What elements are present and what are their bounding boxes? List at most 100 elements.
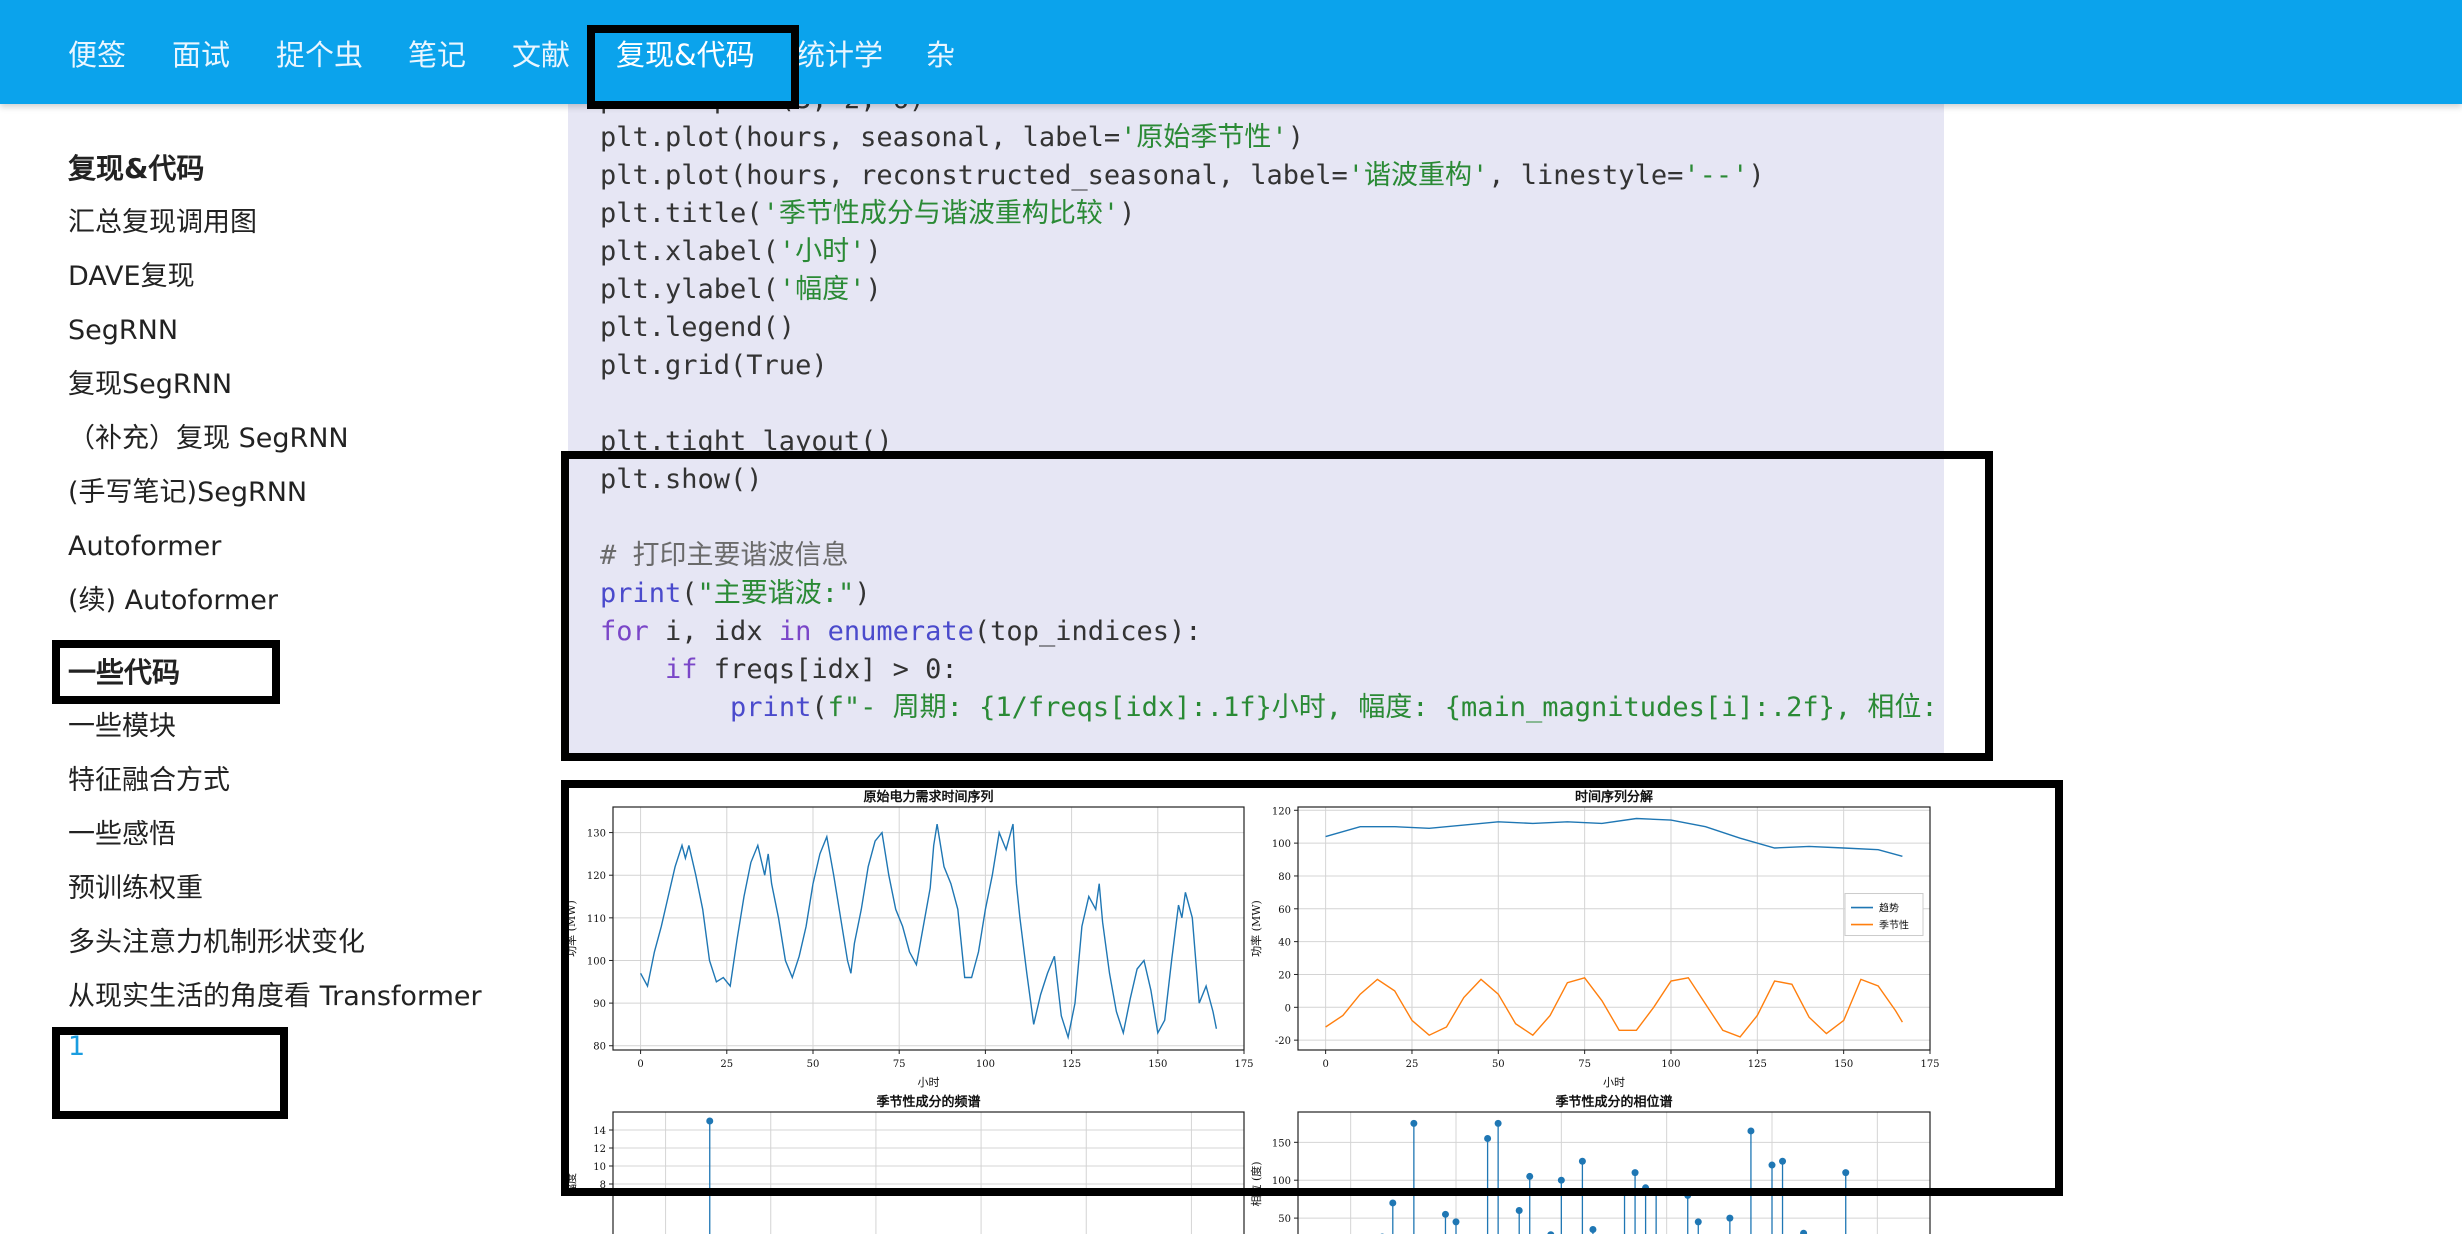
code-line: plt.ylabel('幅度') — [600, 274, 882, 305]
chart-title: 原始电力需求时间序列 — [863, 789, 993, 805]
stem-marker — [1642, 1184, 1650, 1192]
nav-item-wenxian[interactable]: 文献 — [512, 37, 570, 73]
sidebar-item[interactable]: 汇总复现调用图 — [68, 206, 257, 240]
code-line: plt.xlabel('小时') — [600, 236, 882, 267]
chart-figure: 原始电力需求时间序列 功率 (MW) 小时 0 25 50 75 100 125 150 175 80… — [568, 786, 1944, 1234]
y-tick-label: 0 — [1285, 1003, 1291, 1014]
stem-marker — [1800, 1229, 1808, 1234]
stem-marker — [1694, 1218, 1702, 1226]
stem-marker — [1515, 1207, 1523, 1215]
sidebar-item[interactable]: DAVE复现 — [68, 260, 195, 294]
stem-marker — [706, 1117, 714, 1125]
sidebar-item[interactable]: (续) Autoformer — [68, 584, 278, 618]
stem-marker — [1526, 1172, 1534, 1180]
y-tick-label: 12 — [593, 1144, 606, 1155]
x-tick-label: 125 — [1748, 1059, 1767, 1070]
code-line: plt.grid(True) — [600, 350, 828, 381]
code-line: plt.tight_layout() — [600, 426, 893, 457]
x-tick-label: 125 — [1062, 1059, 1081, 1070]
y-tick-label: 90 — [593, 999, 606, 1010]
nav-item-mianshi[interactable]: 面试 — [172, 37, 230, 73]
x-tick-label: 0 — [637, 1059, 643, 1070]
code-line: print("主要谐波:") — [600, 578, 871, 609]
y-tick-label: 50 — [1278, 1214, 1291, 1225]
y-tick-label: 60 — [1278, 905, 1291, 916]
x-tick-label: 50 — [807, 1059, 820, 1070]
stem-marker — [1747, 1127, 1755, 1135]
code-line: print(f"- 周期: {1/freqs[idx]:.1f}小时, 幅度: … — [730, 692, 1938, 723]
y-tick-label: 150 — [1272, 1138, 1291, 1149]
nav-item-za[interactable]: 杂 — [926, 37, 955, 73]
chart-title: 时间序列分解 — [1575, 789, 1653, 805]
chart-title: 季节性成分的相位谱 — [1554, 1094, 1672, 1110]
y-tick-label: 10 — [593, 1162, 606, 1173]
code-line: plt.plot(hours, seasonal, label='原始季节性') — [600, 122, 1304, 153]
x-tick-label: 175 — [1234, 1059, 1253, 1070]
stem-marker — [1589, 1225, 1597, 1233]
sidebar-item[interactable]: 预训练权重 — [68, 872, 203, 906]
y-tick-label: 14 — [593, 1126, 606, 1137]
x-axis-label: 小时 — [1603, 1076, 1625, 1089]
stem-marker — [1779, 1157, 1787, 1165]
stem-marker — [1684, 1191, 1692, 1199]
y-tick-label: 20 — [1278, 970, 1291, 981]
x-tick-label: 175 — [1920, 1059, 1939, 1070]
nav-item-zhuogechong[interactable]: 捉个虫 — [276, 37, 363, 73]
sidebar-item[interactable]: 从现实生活的角度看 Transformer — [68, 980, 482, 1014]
y-tick-label: 8 — [600, 1180, 606, 1191]
code-line: if freqs[idx] > 0: — [665, 654, 958, 685]
stem-marker — [1484, 1135, 1492, 1143]
x-tick-label: 100 — [976, 1059, 995, 1070]
x-tick-label: 150 — [1834, 1059, 1853, 1070]
code-block: plt.subplot(3, 2, 6) plt.plot(hours, sea… — [568, 60, 1944, 756]
stem-marker — [1557, 1176, 1565, 1184]
y-tick-label: 40 — [1278, 938, 1291, 949]
x-axis-label: 小时 — [918, 1076, 940, 1089]
x-tick-label: 25 — [1406, 1059, 1419, 1070]
sidebar-item[interactable]: 一些感悟 — [68, 818, 176, 852]
y-tick-label: 130 — [587, 829, 606, 840]
x-tick-label: 25 — [720, 1059, 733, 1070]
sidebar-section-fuxian[interactable]: 复现&代码 — [68, 152, 204, 186]
chart-title: 季节性成分的频谱 — [875, 1094, 980, 1110]
y-tick-label: -20 — [1275, 1036, 1291, 1047]
legend-label: 季节性 — [1879, 919, 1909, 932]
sidebar-item[interactable]: 复现SegRNN — [68, 368, 232, 402]
y-tick-label: 100 — [1272, 1176, 1291, 1187]
x-tick-label: 50 — [1492, 1059, 1505, 1070]
y-tick-label: 120 — [1272, 806, 1291, 817]
sidebar: 复现&代码 汇总复现调用图 DAVE复现 SegRNN 复现SegRNN （补充… — [0, 104, 540, 1234]
nav-item-tongjixue[interactable]: 统计学 — [796, 37, 883, 73]
plot-frame — [612, 806, 1245, 1051]
sidebar-item[interactable]: （补充）复现 SegRNN — [68, 422, 349, 456]
y-tick-label: 110 — [587, 914, 606, 925]
code-line: for i, idx in enumerate(top_indices): — [600, 616, 1202, 647]
top-nav: 便签 面试 捉个虫 笔记 文献 复现&代码 统计学 杂 — [0, 0, 2462, 104]
code-line: plt.legend() — [600, 312, 796, 343]
sidebar-item[interactable]: SegRNN — [68, 314, 178, 348]
code-line: # 打印主要谐波信息 — [600, 540, 849, 571]
sidebar-item[interactable]: 特征融合方式 — [68, 764, 230, 798]
x-tick-label: 75 — [1578, 1059, 1591, 1070]
sidebar-item[interactable]: 多头注意力机制形状变化 — [68, 926, 365, 960]
stem-marker — [1768, 1161, 1776, 1169]
code-line: plt.plot(hours, reconstructed_seasonal, … — [600, 160, 1765, 191]
nav-item-biji[interactable]: 笔记 — [408, 37, 466, 73]
y-tick-label: 80 — [1278, 872, 1291, 883]
y-tick-label: 100 — [1272, 839, 1291, 850]
nav-item-fuxian-code[interactable]: 复现&代码 — [616, 37, 755, 73]
sidebar-link-1[interactable]: 1 — [68, 1030, 85, 1064]
stem-marker — [1494, 1119, 1502, 1127]
x-tick-label: 0 — [1322, 1059, 1328, 1070]
x-tick-label: 100 — [1661, 1059, 1680, 1070]
y-axis-label: 相位 (度) — [1249, 1161, 1263, 1206]
nav-item-bianqian[interactable]: 便签 — [68, 37, 126, 73]
sidebar-item[interactable]: (手写笔记)SegRNN — [68, 476, 307, 510]
y-axis-label: 功率 (MW) — [568, 900, 578, 957]
sidebar-item[interactable]: 一些模块 — [68, 710, 176, 744]
stem-marker — [1410, 1119, 1418, 1127]
sidebar-section-code[interactable]: 一些代码 — [68, 656, 180, 690]
stem-marker — [1578, 1157, 1586, 1165]
x-tick-label: 75 — [893, 1059, 906, 1070]
sidebar-item[interactable]: Autoformer — [68, 530, 221, 564]
